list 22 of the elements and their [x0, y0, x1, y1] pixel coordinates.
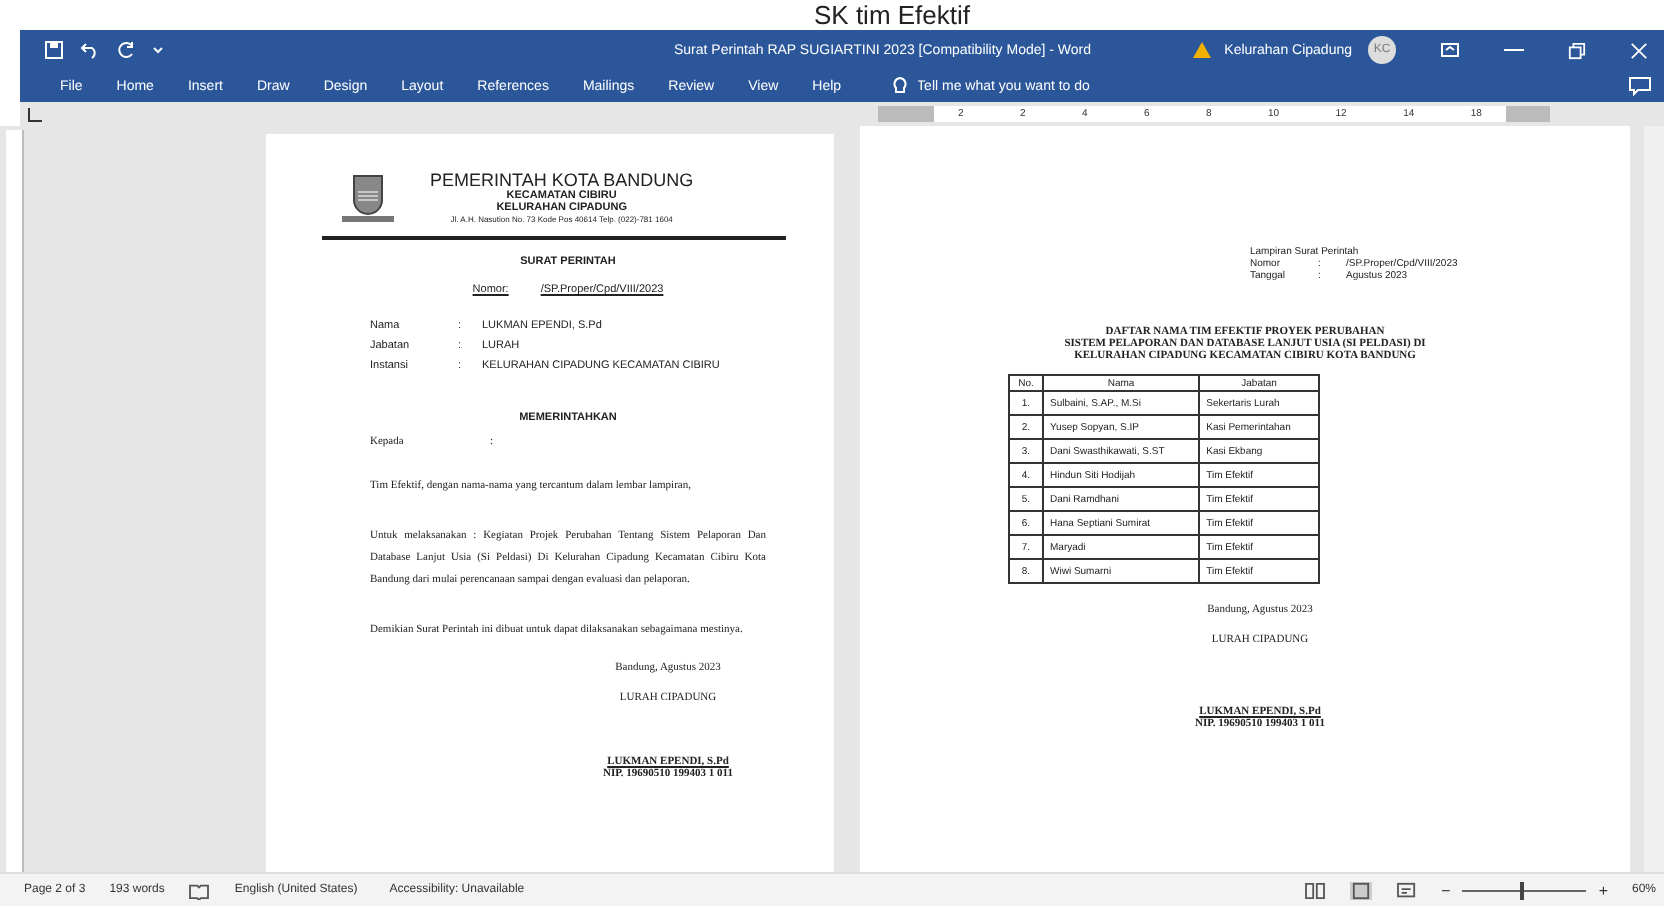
ribbon-display-icon[interactable]	[1440, 40, 1460, 60]
read-mode-icon[interactable]	[1303, 881, 1326, 899]
document-caption: SK tim Efektif	[811, 0, 973, 30]
warning-icon	[1192, 40, 1213, 60]
close-icon[interactable]	[1630, 41, 1648, 59]
city-emblem-drawing	[338, 171, 398, 223]
customize-caret-icon[interactable]	[152, 44, 164, 56]
print-layout-icon[interactable]	[1349, 881, 1372, 899]
lightbulb-icon	[891, 76, 908, 96]
web-layout-icon[interactable]	[1395, 881, 1418, 899]
redo-icon[interactable]	[116, 40, 136, 60]
save-icon[interactable]	[44, 40, 64, 60]
undo-icon[interactable]	[80, 40, 100, 60]
zoom-out-button[interactable]: −	[1441, 881, 1451, 899]
letterhead-title: PEMERINTAH KOTA BANDUNG	[430, 170, 694, 190]
minimize-icon[interactable]	[1504, 48, 1524, 52]
tab-selector[interactable]	[28, 107, 42, 121]
zoom-in-button[interactable]: +	[1598, 881, 1608, 899]
proofing-book-icon[interactable]	[188, 881, 211, 899]
zoom-slider-thumb[interactable]	[1520, 881, 1525, 899]
restore-icon[interactable]	[1568, 41, 1586, 59]
comment-icon[interactable]	[1628, 76, 1652, 96]
